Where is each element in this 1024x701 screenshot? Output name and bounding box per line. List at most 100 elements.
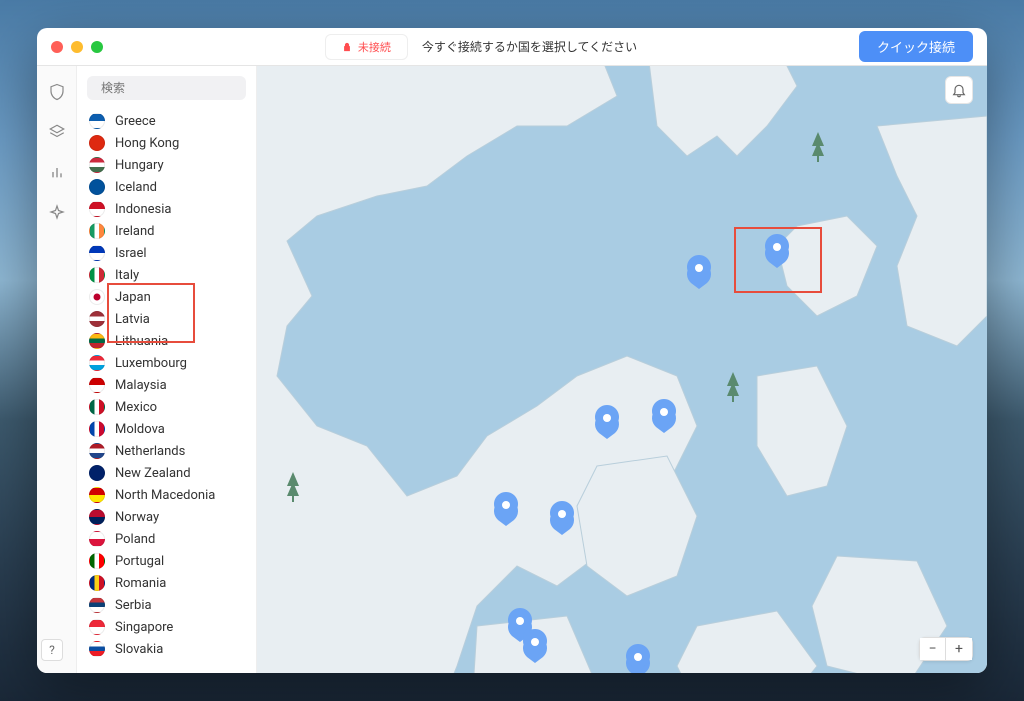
country-item-israel[interactable]: Israel [77, 242, 256, 264]
flag-icon [89, 179, 105, 195]
map-area[interactable]: − + [257, 66, 987, 673]
flag-icon [89, 465, 105, 481]
country-sidebar: Greece Hong Kong Hungary Iceland Indonesia Ir… [77, 66, 257, 673]
stats-icon[interactable] [47, 162, 67, 182]
country-label: Slovakia [115, 642, 163, 657]
flag-icon [89, 311, 105, 327]
flag-icon [89, 267, 105, 283]
country-label: Netherlands [115, 444, 185, 459]
country-item-mexico[interactable]: Mexico [77, 396, 256, 418]
country-item-indonesia[interactable]: Indonesia [77, 198, 256, 220]
country-label: Italy [115, 268, 139, 283]
country-item-luxembourg[interactable]: Luxembourg [77, 352, 256, 374]
flag-icon [89, 421, 105, 437]
country-item-italy[interactable]: Italy [77, 264, 256, 286]
country-item-japan[interactable]: Japan [77, 286, 256, 308]
map-canvas[interactable] [257, 66, 987, 673]
country-item-serbia[interactable]: Serbia [77, 594, 256, 616]
country-label: Portugal [115, 554, 164, 569]
flag-icon [89, 113, 105, 129]
map-pin[interactable] [626, 644, 650, 673]
flag-icon [89, 509, 105, 525]
country-item-norway[interactable]: Norway [77, 506, 256, 528]
country-item-iceland[interactable]: Iceland [77, 176, 256, 198]
map-pin[interactable] [687, 255, 711, 289]
connection-status: 未接続 [325, 34, 408, 60]
flag-icon [89, 333, 105, 349]
country-item-moldova[interactable]: Moldova [77, 418, 256, 440]
unlock-icon [342, 42, 352, 52]
country-label: Moldova [115, 422, 165, 437]
flag-icon [89, 619, 105, 635]
zoom-out-button[interactable]: − [920, 638, 946, 660]
flag-icon [89, 289, 105, 305]
country-label: Romania [115, 576, 166, 591]
country-label: Mexico [115, 400, 157, 415]
search-input[interactable] [101, 81, 257, 95]
country-label: Latvia [115, 312, 150, 327]
country-label: Israel [115, 246, 147, 261]
flag-icon [89, 531, 105, 547]
quick-connect-button[interactable]: クイック接続 [859, 31, 973, 62]
zoom-in-button[interactable]: + [946, 638, 972, 660]
shield-icon[interactable] [47, 82, 67, 102]
left-nav [37, 66, 77, 673]
country-item-malaysia[interactable]: Malaysia [77, 374, 256, 396]
zoom-controls: − + [919, 637, 973, 661]
country-item-latvia[interactable]: Latvia [77, 308, 256, 330]
country-item-hong-kong[interactable]: Hong Kong [77, 132, 256, 154]
country-label: Hong Kong [115, 136, 179, 151]
bell-icon [951, 82, 967, 98]
country-label: North Macedonia [115, 488, 215, 503]
country-label: Poland [115, 532, 155, 547]
flag-icon [89, 399, 105, 415]
flag-icon [89, 157, 105, 173]
flag-icon [89, 641, 105, 657]
country-item-portugal[interactable]: Portugal [77, 550, 256, 572]
minimize-window-button[interactable] [71, 41, 83, 53]
country-label: Indonesia [115, 202, 171, 217]
flag-icon [89, 201, 105, 217]
country-label: Ireland [115, 224, 154, 239]
country-item-greece[interactable]: Greece [77, 110, 256, 132]
country-item-ireland[interactable]: Ireland [77, 220, 256, 242]
country-label: Luxembourg [115, 356, 187, 371]
country-item-netherlands[interactable]: Netherlands [77, 440, 256, 462]
country-label: New Zealand [115, 466, 191, 481]
maximize-window-button[interactable] [91, 41, 103, 53]
country-list[interactable]: Greece Hong Kong Hungary Iceland Indonesia Ir… [77, 106, 256, 673]
app-body: Greece Hong Kong Hungary Iceland Indonesia Ir… [37, 66, 987, 673]
flag-icon [89, 443, 105, 459]
search-box[interactable] [87, 76, 246, 100]
layers-icon[interactable] [47, 122, 67, 142]
flag-icon [89, 487, 105, 503]
country-item-new-zealand[interactable]: New Zealand [77, 462, 256, 484]
country-item-north-macedonia[interactable]: North Macedonia [77, 484, 256, 506]
flag-icon [89, 553, 105, 569]
locate-icon[interactable] [47, 202, 67, 222]
flag-icon [89, 355, 105, 371]
country-item-singapore[interactable]: Singapore [77, 616, 256, 638]
country-label: Iceland [115, 180, 157, 195]
flag-icon [89, 223, 105, 239]
traffic-lights [51, 41, 103, 53]
flag-icon [89, 597, 105, 613]
app-window: 未接続 今すぐ接続するか国を選択してください クイック接続 [37, 28, 987, 673]
help-button[interactable]: ? [41, 639, 63, 661]
flag-icon [89, 575, 105, 591]
country-label: Japan [115, 290, 151, 305]
country-item-slovakia[interactable]: Slovakia [77, 638, 256, 660]
country-item-poland[interactable]: Poland [77, 528, 256, 550]
country-label: Serbia [115, 598, 152, 613]
flag-icon [89, 377, 105, 393]
country-label: Greece [115, 114, 156, 129]
country-item-hungary[interactable]: Hungary [77, 154, 256, 176]
country-label: Lithuania [115, 334, 168, 349]
country-item-lithuania[interactable]: Lithuania [77, 330, 256, 352]
country-label: Norway [115, 510, 159, 525]
close-window-button[interactable] [51, 41, 63, 53]
notifications-button[interactable] [945, 76, 973, 104]
status-label: 未接続 [358, 39, 391, 55]
titlebar-title: 今すぐ接続するか国を選択してください [422, 38, 637, 55]
country-item-romania[interactable]: Romania [77, 572, 256, 594]
